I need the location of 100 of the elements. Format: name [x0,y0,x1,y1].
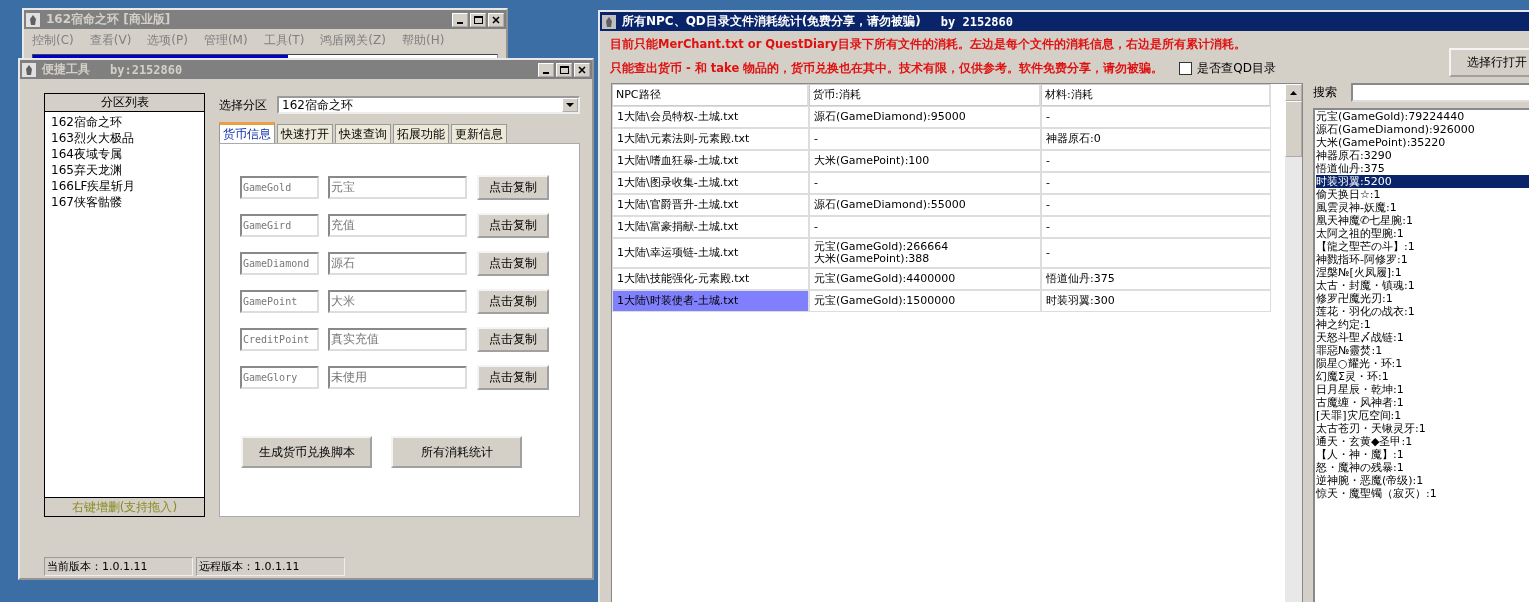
app-icon [26,12,40,27]
open-row-button[interactable]: 选择行打开 [1449,48,1529,77]
list-item[interactable]: 凰天神魔✆七星腕:1 [1316,214,1529,227]
qd-checkbox[interactable]: 是否查QD目录 [1179,60,1276,77]
key-field[interactable]: GameGird [240,213,319,237]
table-cell: 1大陆\会员特权-土城.txt [612,106,809,128]
list-item[interactable]: 神之约定:1 [1316,318,1529,331]
value-field[interactable]: 大米 [328,289,467,313]
window-title: 便捷工具 [42,61,90,78]
table-cell: 悟道仙丹:375 [1041,268,1271,290]
author-label: by 2152860 [940,14,1014,29]
list-item[interactable]: 太古苍刃・天锹灵牙:1 [1316,422,1529,435]
list-item[interactable]: 幻魔Σ灵・环:1 [1316,370,1529,383]
status-pane: 远程版本：1.0.1.11 [196,557,345,576]
minimize-button[interactable] [538,62,554,77]
list-item[interactable]: 太阿之祖的聖腕:1 [1316,227,1529,240]
minimize-button[interactable] [452,12,468,27]
list-item[interactable]: 163烈火大极品 [51,130,198,146]
author-label: by:2152860 [110,62,183,77]
caret-icon [566,102,574,108]
list-item[interactable]: 罪惡№靈焚:1 [1316,344,1529,357]
list-item[interactable]: 修罗卍魔光刃:1 [1316,292,1529,305]
notice-text: 目前只能MerChant.txt or QuestDiary目录下所有文件的消耗。左边是每个文件的消耗信息，右边是所有累计消耗。 [610,37,1247,52]
list-item[interactable]: 165弃天龙渊 [51,162,198,178]
key-field[interactable]: GamePoint [240,289,319,313]
list-item[interactable]: 偷天换日☆:1 [1316,188,1529,201]
copy-button[interactable]: 点击复制 [477,250,549,276]
copy-button[interactable]: 点击复制 [477,212,549,238]
close-icon [492,15,500,24]
scrollbar-thumb[interactable] [1285,101,1302,157]
maximize-icon [473,15,483,24]
window-title: 162宿命之环 [商业版] [46,11,171,28]
table-cell: - [1041,216,1271,238]
maximize-button[interactable] [470,12,486,27]
list-item[interactable]: 天怒斗聖〆战链:1 [1316,331,1529,344]
list-item[interactable]: 日月星辰・乾坤:1 [1316,383,1529,396]
up-arrow-icon [1290,90,1297,95]
table-cell: 1大陆\时装使者-土城.txt [612,290,809,312]
action-button[interactable]: 生成货币兑换脚本 [241,436,372,468]
tab[interactable]: 快速查询 [335,124,391,143]
key-field[interactable]: CreditPoint [240,327,319,351]
list-item[interactable]: 通天・玄黄◆圣甲:1 [1316,435,1529,448]
copy-button[interactable]: 点击复制 [477,326,549,352]
value-field[interactable]: 源石 [328,251,467,275]
key-field[interactable]: GameGlory [240,365,319,389]
dropdown-button[interactable] [562,98,578,112]
table-cell: 元宝(GameGold):4400000 [809,268,1041,290]
table-cell: 1大陆\官爵晋升-土城.txt [612,194,809,216]
copy-button[interactable]: 点击复制 [477,288,549,314]
table-cell: 时装羽翼:300 [1041,290,1271,312]
list-item[interactable]: 陨星○耀光・环:1 [1316,357,1529,370]
list-item[interactable]: 莲花・羽化の战衣:1 [1316,305,1529,318]
key-field[interactable]: GameDiamond [240,251,319,275]
list-item[interactable]: 惊天・魔聖镯（寂灭）:1 [1316,487,1529,500]
list-item[interactable]: 167侠客骷髅 [51,194,198,210]
tab[interactable]: 拓展功能 [393,124,449,143]
minimize-icon [543,71,549,74]
list-item[interactable]: 源石(GameDiamond):926000 [1316,123,1529,136]
action-button[interactable]: 所有消耗统计 [391,436,522,468]
maximize-button[interactable] [556,62,572,77]
list-item[interactable]: 【龍之聖芒の斗】:1 [1316,240,1529,253]
close-button[interactable] [574,62,590,77]
table-cell: 神器原石:0 [1041,128,1271,150]
scrollbar[interactable] [1285,84,1302,602]
list-item[interactable]: 風雲灵神-妖魔:1 [1316,201,1529,214]
search-field[interactable] [1351,83,1529,102]
table-cell: 1大陆\技能强化-元素殿.txt [612,268,809,290]
list-item[interactable]: 古魔缠・风神者:1 [1316,396,1529,409]
list-item[interactable]: 时装羽翼:5200 [1316,175,1529,188]
list-item[interactable]: 太古・封魔・镇魂:1 [1316,279,1529,292]
list-item[interactable]: 【人・神・魔】:1 [1316,448,1529,461]
list-item[interactable]: 神戮指环-阿修罗:1 [1316,253,1529,266]
copy-button[interactable]: 点击复制 [477,174,549,200]
list-item[interactable]: 逆神腕・恶魔(帝级):1 [1316,474,1529,487]
close-button[interactable] [488,12,504,27]
list-item[interactable]: [天罪]灾厄空间:1 [1316,409,1529,422]
tab[interactable]: 快速打开 [277,124,333,143]
checkbox[interactable] [1179,62,1193,75]
table-cell: 元宝(GameGold):1500000 [809,290,1041,312]
list-item[interactable]: 涅槃№[火凤履]:1 [1316,266,1529,279]
table-cell: 1大陆\图录收集-土城.txt [612,172,809,194]
list-item[interactable]: 164夜域专属 [51,146,198,162]
list-item[interactable]: 神器原石:3290 [1316,149,1529,162]
value-field[interactable]: 元宝 [328,175,467,199]
list-item[interactable]: 元宝(GameGold):79224440 [1316,110,1529,123]
copy-button[interactable]: 点击复制 [477,364,549,390]
value-field[interactable]: 充值 [328,213,467,237]
tab[interactable]: 更新信息 [451,124,507,143]
key-field[interactable]: GameGold [240,175,319,199]
list-item[interactable]: 悟道仙丹:375 [1316,162,1529,175]
table-cell: 大米(GamePoint):100 [809,150,1041,172]
list-item[interactable]: 162宿命之环 [51,114,198,130]
partition-dropdown[interactable]: 162宿命之环 [277,96,580,114]
value-field[interactable]: 未使用 [328,365,467,389]
list-item[interactable]: 怒・魔神の残暴:1 [1316,461,1529,474]
tab[interactable]: 货币信息 [219,122,275,143]
list-item[interactable]: 大米(GamePoint):35220 [1316,136,1529,149]
value-field[interactable]: 真实充值 [328,327,467,351]
status-pane: 当前版本：1.0.1.11 [44,557,193,576]
list-item[interactable]: 166LF疾星斩月 [51,178,198,194]
